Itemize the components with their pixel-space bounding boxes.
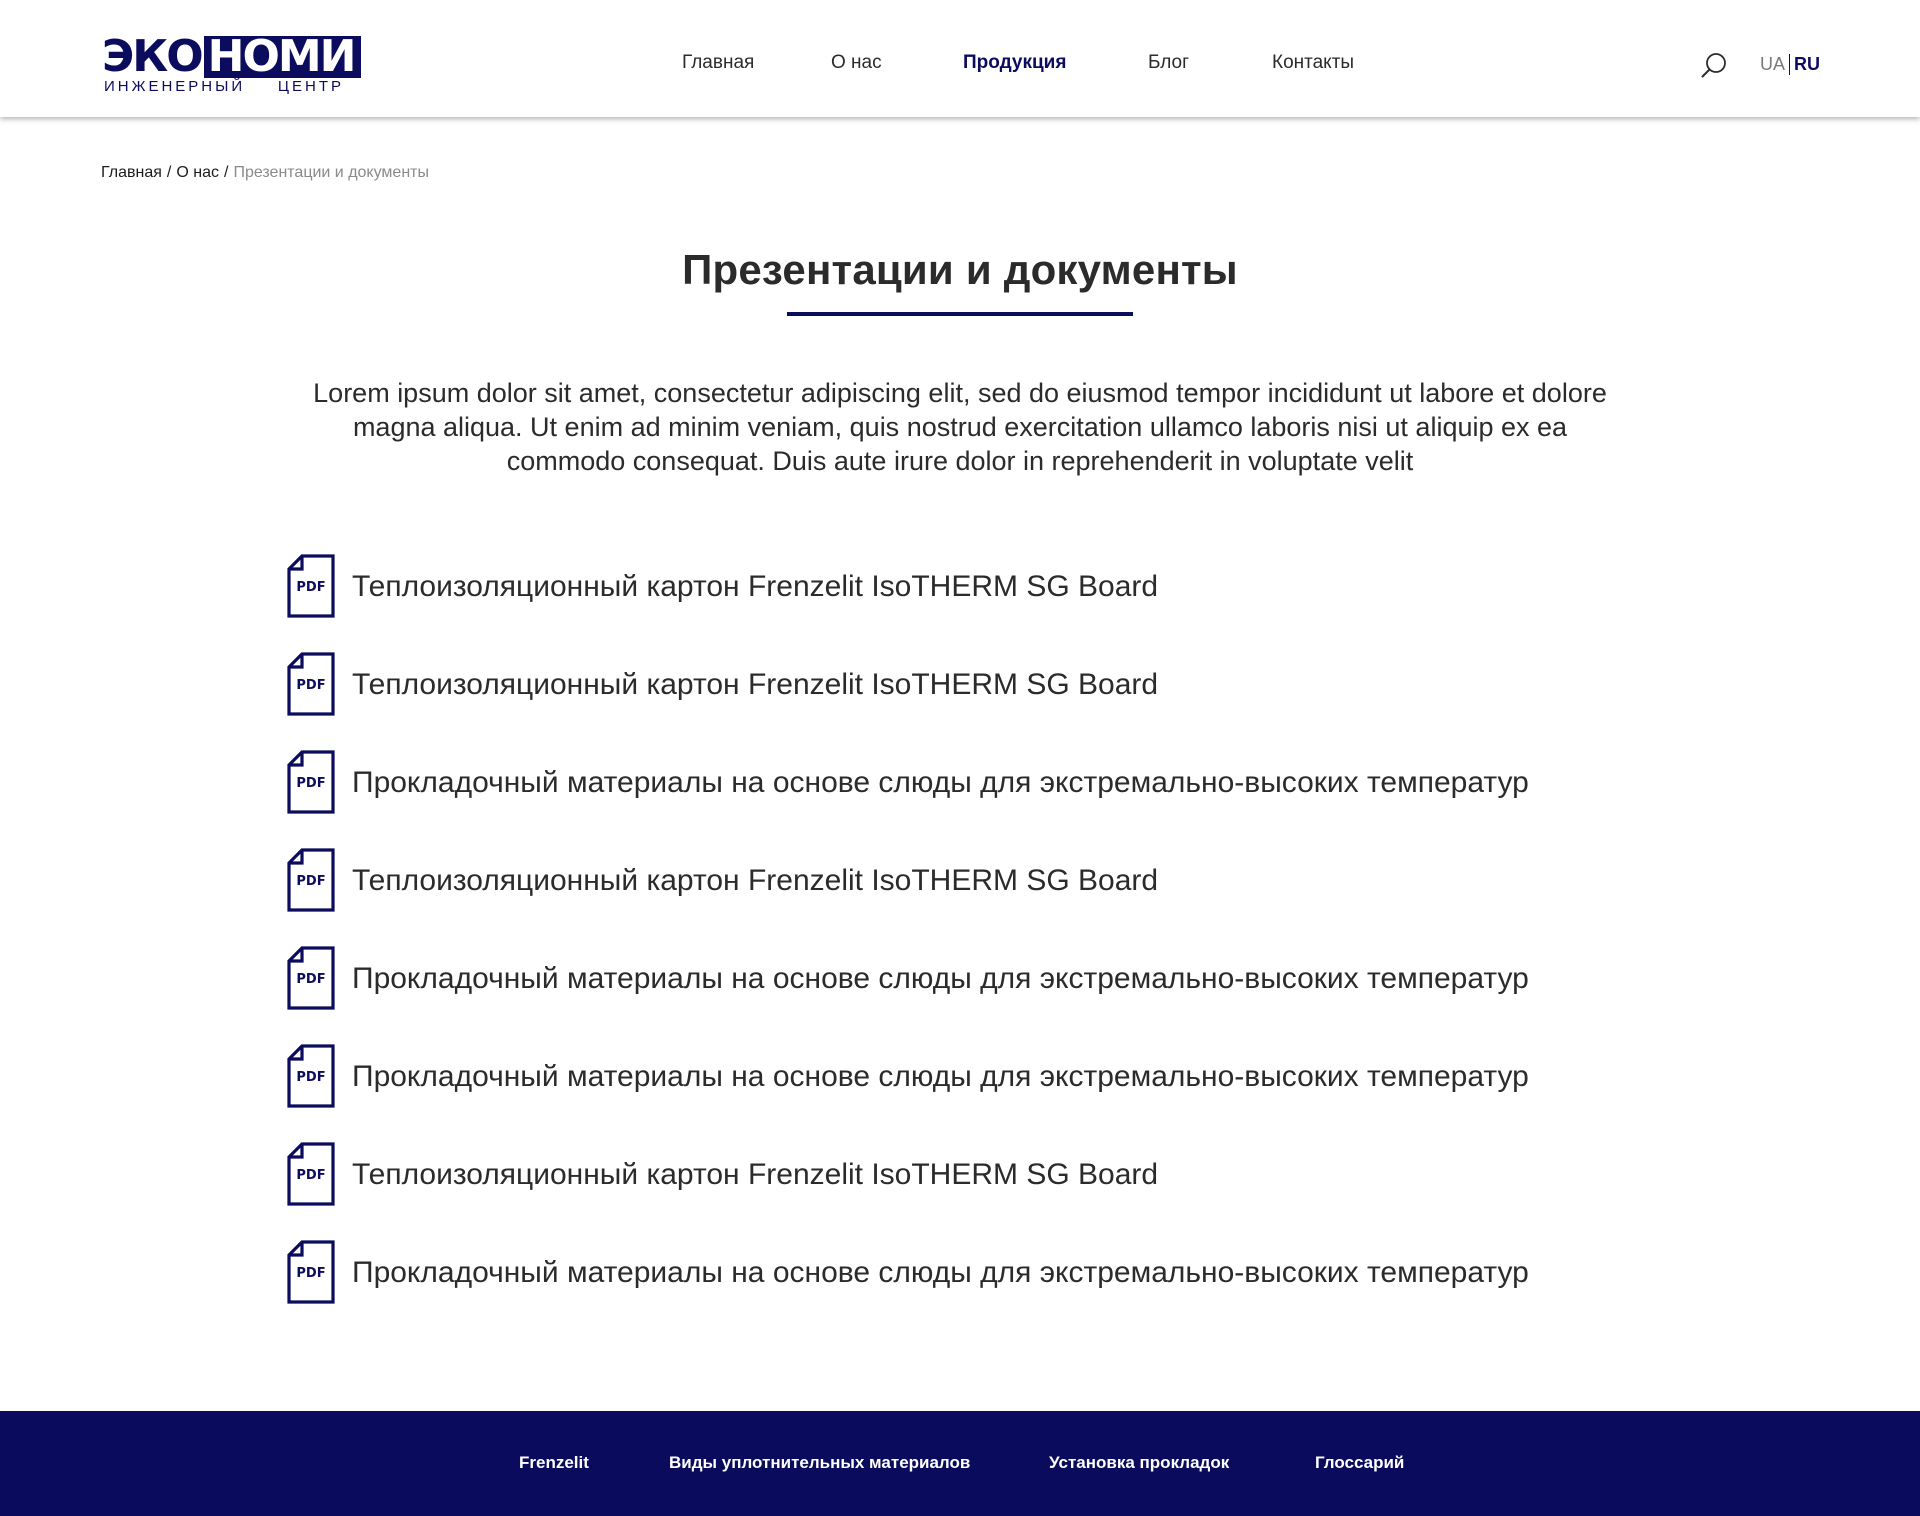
document-item[interactable]: PDF Прокладочный материалы на основе слю… xyxy=(286,1240,1686,1338)
pdf-icon: PDF xyxy=(287,1142,335,1206)
document-item[interactable]: PDF Теплоизоляционный картон Frenzelit I… xyxy=(286,554,1686,652)
pdf-icon: PDF xyxy=(287,946,335,1010)
site-footer: Frenzelit Виды уплотнительных материалов… xyxy=(0,1411,1920,1516)
nav-item-contacts[interactable]: Контакты xyxy=(1272,52,1354,74)
page-title: Презентации и документы xyxy=(682,246,1238,293)
svg-text:PDF: PDF xyxy=(296,1168,325,1183)
footer-link-frenzelit[interactable]: Frenzelit xyxy=(519,1453,589,1473)
document-title[interactable]: Теплоизоляционный картон Frenzelit IsoTH… xyxy=(352,1157,1158,1193)
breadcrumb-separator: / xyxy=(166,164,172,181)
svg-text:PDF: PDF xyxy=(296,1266,325,1281)
document-title[interactable]: Прокладочный материалы на основе слюды д… xyxy=(352,1059,1529,1095)
document-item[interactable]: PDF Теплоизоляционный картон Frenzelit I… xyxy=(286,652,1686,750)
footer-link-seal-types[interactable]: Виды уплотнительных материалов xyxy=(669,1453,970,1473)
svg-text:PDF: PDF xyxy=(296,874,325,889)
svg-text:PDF: PDF xyxy=(296,972,325,987)
pdf-icon: PDF xyxy=(287,652,335,716)
pdf-icon: PDF xyxy=(287,1240,335,1304)
svg-text:PDF: PDF xyxy=(296,776,325,791)
document-item[interactable]: PDF Прокладочный материалы на основе слю… xyxy=(286,1044,1686,1142)
document-item[interactable]: PDF Теплоизоляционный картон Frenzelit I… xyxy=(286,848,1686,946)
nav-item-home[interactable]: Главная xyxy=(682,52,754,74)
language-switcher: UA RU xyxy=(1760,54,1820,75)
document-item[interactable]: PDF Прокладочный материалы на основе слю… xyxy=(286,750,1686,848)
document-title[interactable]: Прокладочный материалы на основе слюды д… xyxy=(352,1255,1529,1291)
breadcrumb-separator: / xyxy=(223,164,229,181)
pdf-icon: PDF xyxy=(287,554,335,618)
document-item[interactable]: PDF Теплоизоляционный картон Frenzelit I… xyxy=(286,1142,1686,1240)
nav-item-blog[interactable]: Блог xyxy=(1148,52,1189,74)
svg-text:PDF: PDF xyxy=(296,580,325,595)
nav-item-products[interactable]: Продукция xyxy=(963,52,1066,74)
logo-subtitle: ИНЖЕНЕРНЫЙ ЦЕНТР xyxy=(104,78,344,95)
intro-text: Lorem ipsum dolor sit amet, consectetur … xyxy=(313,378,1607,476)
document-title[interactable]: Прокладочный материалы на основе слюды д… xyxy=(352,961,1529,997)
footer-link-glossary[interactable]: Глоссарий xyxy=(1315,1453,1404,1473)
title-underline xyxy=(787,312,1133,316)
footer-link-gasket-install[interactable]: Установка прокладок xyxy=(1049,1453,1229,1473)
nav-item-about[interactable]: О нас xyxy=(831,52,882,74)
document-title[interactable]: Теплоизоляционный картон Frenzelit IsoTH… xyxy=(352,569,1158,605)
svg-text:PDF: PDF xyxy=(296,678,325,693)
document-item[interactable]: PDF Прокладочный материалы на основе слю… xyxy=(286,946,1686,1044)
pdf-icon: PDF xyxy=(287,848,335,912)
breadcrumb-item-home[interactable]: Главная xyxy=(101,164,162,181)
main-nav: Главная О нас Продукция Блог Контакты xyxy=(0,52,1920,80)
document-title[interactable]: Прокладочный материалы на основе слюды д… xyxy=(352,765,1529,801)
breadcrumb: Главная / О нас / Презентации и документы xyxy=(101,164,429,182)
document-title[interactable]: Теплоизоляционный картон Frenzelit IsoTH… xyxy=(352,863,1158,899)
lang-ru[interactable]: RU xyxy=(1790,54,1820,75)
document-title[interactable]: Теплоизоляционный картон Frenzelit IsoTH… xyxy=(352,667,1158,703)
logo-subtitle-left: ИНЖЕНЕРНЫЙ xyxy=(104,78,246,95)
breadcrumb-current: Презентации и документы xyxy=(233,164,429,181)
search-icon[interactable] xyxy=(1700,52,1728,80)
pdf-icon: PDF xyxy=(287,1044,335,1108)
svg-text:PDF: PDF xyxy=(296,1070,325,1085)
pdf-icon: PDF xyxy=(287,750,335,814)
breadcrumb-item-about[interactable]: О нас xyxy=(176,164,219,181)
logo-subtitle-right: ЦЕНТР xyxy=(277,78,344,95)
site-header: ЭКО НОМИ ИНЖЕНЕРНЫЙ ЦЕНТР Главная О нас … xyxy=(0,0,1920,117)
document-list: PDF Теплоизоляционный картон Frenzelit I… xyxy=(286,554,1686,1338)
lang-ua[interactable]: UA xyxy=(1760,54,1791,75)
